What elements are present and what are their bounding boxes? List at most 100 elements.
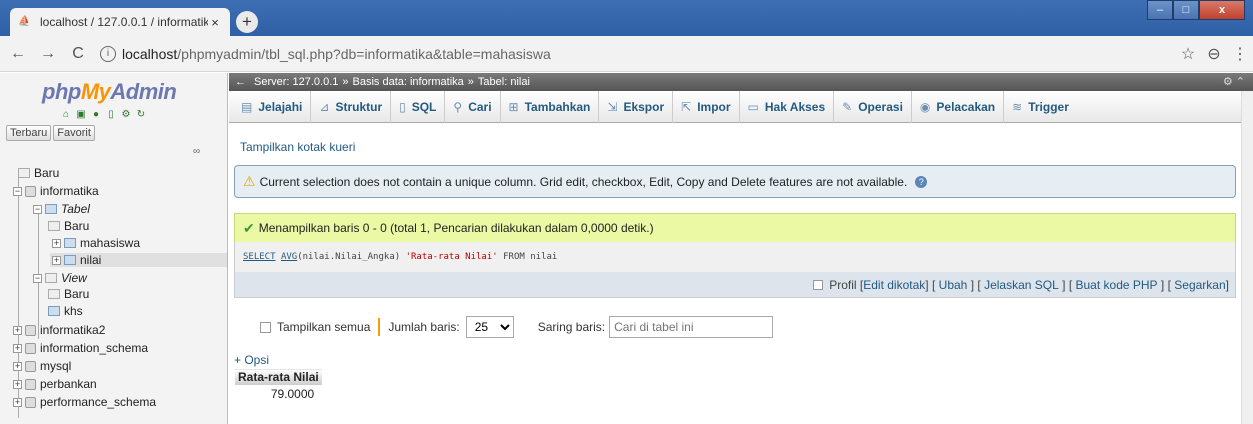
vertical-scrollbar[interactable] xyxy=(1241,91,1253,424)
tree-item-views[interactable]: − View xyxy=(33,271,87,285)
tree-item-mahasiswa[interactable]: + mahasiswa xyxy=(52,236,140,250)
docs-icon[interactable]: ▯ xyxy=(105,109,117,121)
maximize-button[interactable]: □ xyxy=(1173,0,1199,20)
forward-icon[interactable]: → xyxy=(36,45,60,63)
site-info-icon[interactable]: i xyxy=(100,45,116,62)
profiling-checkbox[interactable] xyxy=(813,279,824,290)
tree-label: performance_schema xyxy=(40,395,157,409)
tab-triggers[interactable]: ≋ Trigger xyxy=(1004,91,1077,123)
tree-item-perbankan[interactable]: + perbankan xyxy=(13,377,97,391)
tree-item-tables[interactable]: − Tabel xyxy=(33,202,90,216)
check-icon: ✔ xyxy=(243,219,255,236)
expand-icon[interactable]: + xyxy=(13,361,22,371)
collapse-nav-icon[interactable]: ← xyxy=(235,76,246,88)
tab-search[interactable]: ⚲ Cari xyxy=(445,90,501,123)
tab-operations[interactable]: ✎ Operasi xyxy=(834,90,912,123)
tree-item-informatika[interactable]: − informatika xyxy=(13,184,99,198)
logo-my: My xyxy=(80,79,111,104)
show-all-checkbox[interactable] xyxy=(260,321,271,333)
tree-label: Baru xyxy=(34,166,60,180)
logout-icon[interactable]: ▣ xyxy=(75,109,87,121)
wrench-icon: ✎ xyxy=(842,99,853,114)
help-icon[interactable]: ? xyxy=(915,175,928,188)
close-window-button[interactable]: x xyxy=(1199,0,1245,20)
tab-label: Pelacakan xyxy=(936,99,996,114)
show-query-box-link[interactable]: Tampilkan kotak kueri xyxy=(240,140,355,154)
tab-insert[interactable]: ⊞ Tambahkan xyxy=(501,90,600,123)
collapse-icon[interactable]: − xyxy=(33,204,42,214)
tab-import[interactable]: ⇱ Impor xyxy=(673,90,740,123)
query-icon[interactable]: ● xyxy=(90,109,102,121)
sql-keyword: FROM xyxy=(503,252,525,262)
settings-icon[interactable]: ⚙ xyxy=(120,109,132,121)
link-chain-icon[interactable]: ∞ xyxy=(193,146,200,157)
tree-item-informatika2[interactable]: + informatika2 xyxy=(13,323,105,337)
tab-export[interactable]: ⇲ Ekspor xyxy=(599,90,674,123)
collapse-icon[interactable]: − xyxy=(33,273,42,283)
tree-item-new[interactable]: Baru xyxy=(18,166,59,180)
tree-item-nilai[interactable]: + nilai xyxy=(50,253,227,267)
edit-link[interactable]: Ubah xyxy=(939,278,968,292)
expand-icon[interactable]: + xyxy=(13,397,22,407)
explain-sql-link[interactable]: Jelaskan SQL xyxy=(984,278,1059,292)
breadcrumb-separator: » xyxy=(467,76,474,88)
expand-icon[interactable]: + xyxy=(13,325,22,335)
main-tabs: ▤ Jelajahi ⊿ Struktur ▯ SQL ⚲ Cari ⊞ Tambahka… xyxy=(229,90,1253,123)
sql-keyword[interactable]: SELECT xyxy=(243,252,276,262)
tab-label: Operasi xyxy=(858,99,903,114)
navigation-panel: phpMyAdmin ⌂ ▣ ● ▯ ⚙ ↻ Terbaru Favorit ∞… xyxy=(0,73,228,424)
new-icon xyxy=(48,289,60,299)
sql-table: nilai xyxy=(530,252,558,262)
browser-tab[interactable]: ⛵ localhost / 127.0.0.1 / informatika × xyxy=(10,8,230,36)
new-tab-button[interactable]: + xyxy=(236,11,258,33)
expand-icon[interactable]: + xyxy=(52,255,61,265)
refresh-link[interactable]: Segarkan xyxy=(1174,278,1225,292)
expand-icon[interactable]: + xyxy=(13,379,22,389)
minimize-button[interactable]: – xyxy=(1147,0,1173,20)
tab-sql[interactable]: ▯ SQL xyxy=(391,90,446,123)
tree-item-new-view[interactable]: Baru xyxy=(48,287,89,301)
home-icon[interactable]: ⌂ xyxy=(60,109,72,121)
reload-icon[interactable]: C xyxy=(66,45,90,63)
options-link[interactable]: + Opsi xyxy=(234,353,269,367)
settings-collapse-icons[interactable]: ⚙ ⌃ xyxy=(1223,75,1245,88)
structure-icon: ⊿ xyxy=(319,99,330,114)
tree-item-new-table[interactable]: Baru xyxy=(48,219,89,233)
column-header[interactable]: Rata-rata Nilai xyxy=(234,368,323,386)
expand-icon[interactable]: + xyxy=(13,343,22,353)
breadcrumb-server[interactable]: Server: 127.0.0.1 xyxy=(254,76,338,88)
edit-inline-link[interactable]: Edit dikotak xyxy=(863,278,925,292)
rows-select[interactable]: 25 xyxy=(465,316,514,338)
back-icon[interactable]: ← xyxy=(6,45,30,63)
tab-browse[interactable]: ▤ Jelajahi xyxy=(233,90,312,123)
tree-item-information-schema[interactable]: + information_schema xyxy=(13,341,148,355)
reload-nav-icon[interactable]: ↻ xyxy=(135,109,147,121)
sql-function[interactable]: AVG xyxy=(281,252,297,262)
tab-structure[interactable]: ⊿ Struktur xyxy=(311,90,392,123)
favorite-button[interactable]: Favorit xyxy=(53,125,95,141)
account-icon[interactable]: ⊖ xyxy=(1201,44,1227,64)
expand-icon[interactable]: + xyxy=(52,238,61,248)
breadcrumb-database[interactable]: Basis data: informatika xyxy=(353,76,464,88)
insert-icon: ⊞ xyxy=(508,99,519,114)
address-bar[interactable]: i localhost/phpmyadmin/tbl_sql.php?db=in… xyxy=(100,45,1175,62)
sql-alias: 'Rata-rata Nilai' xyxy=(405,252,498,262)
notice-text: Current selection does not contain a uni… xyxy=(259,174,908,189)
sql-icon: ▯ xyxy=(399,99,406,114)
breadcrumb-table[interactable]: Tabel: nilai xyxy=(478,76,530,88)
collapse-icon[interactable]: − xyxy=(13,186,22,196)
tab-close-icon[interactable]: × xyxy=(208,15,222,30)
database-icon xyxy=(25,396,36,408)
tab-tracking[interactable]: ◉ Pelacakan xyxy=(912,90,1005,123)
bookmark-star-icon[interactable]: ☆ xyxy=(1175,44,1201,64)
tree-label: Baru xyxy=(64,219,90,233)
tree-item-mysql[interactable]: + mysql xyxy=(13,359,71,373)
recent-button[interactable]: Terbaru xyxy=(6,125,52,141)
phpmyadmin-logo[interactable]: phpMyAdmin xyxy=(42,79,177,105)
menu-icon[interactable]: ⋮ xyxy=(1227,44,1253,64)
filter-rows-input[interactable] xyxy=(609,316,774,338)
create-php-code-link[interactable]: Buat kode PHP xyxy=(1076,278,1158,292)
tree-item-performance-schema[interactable]: + performance_schema xyxy=(13,395,156,409)
tab-privileges[interactable]: ▭ Hak Akses xyxy=(740,90,835,123)
tree-item-khs[interactable]: khs xyxy=(48,304,83,318)
